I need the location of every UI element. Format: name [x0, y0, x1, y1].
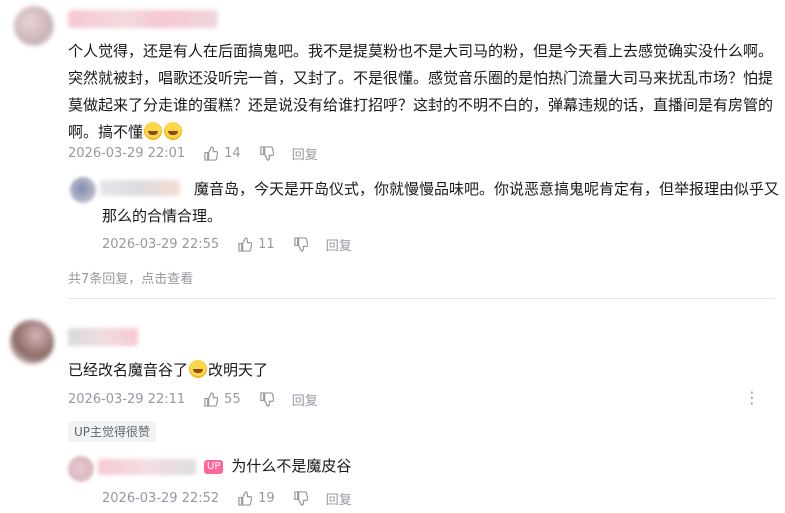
thumbs-up-icon: [204, 145, 219, 161]
thumbs-up-icon: [238, 236, 253, 252]
like-count: 14: [224, 145, 241, 161]
up-liked-badge: UP主觉得很赞: [68, 421, 157, 442]
dislike-button[interactable]: [293, 236, 308, 252]
avatar[interactable]: [14, 6, 54, 46]
username[interactable]: [68, 328, 138, 346]
reply-button[interactable]: 回复: [292, 144, 318, 163]
dislike-button[interactable]: [259, 145, 274, 161]
avatar[interactable]: [10, 320, 54, 364]
comment-meta: 2026-03-29 22:11 55 回复: [68, 389, 318, 409]
thumbs-down-icon: [259, 145, 274, 161]
timestamp: 2026-03-29 22:11: [68, 391, 186, 407]
dislike-button[interactable]: [293, 490, 308, 506]
view-more-replies-link[interactable]: 共7条回复，点击查看: [68, 268, 193, 287]
reply-button[interactable]: 回复: [326, 489, 352, 508]
reply-avatar[interactable]: [68, 456, 94, 482]
like-count: 55: [224, 391, 241, 407]
like-button[interactable]: 14: [203, 146, 241, 161]
comment-meta: 2026-03-29 22:01 14 回复: [68, 143, 318, 163]
timestamp: 2026-03-29 22:55: [102, 236, 220, 252]
like-button[interactable]: 19: [237, 491, 275, 506]
thumbs-down-icon: [293, 236, 308, 252]
laughing-face-emoji-icon: [144, 122, 163, 140]
laughing-face-emoji-icon: [164, 122, 183, 140]
thumbs-up-icon: [204, 391, 219, 407]
reply-text: UP 为什么不是魔皮谷: [204, 453, 351, 480]
thumbs-up-icon: [238, 490, 253, 506]
reply-mention: 魔音岛: [194, 180, 240, 198]
reply-username[interactable]: [98, 459, 196, 475]
thumbs-down-icon: [293, 490, 308, 506]
reply-username[interactable]: [100, 180, 180, 196]
username[interactable]: [68, 10, 218, 28]
up-tag: UP: [204, 460, 224, 474]
reply-text: 魔音岛，今天是开岛仪式，你就慢慢品味吧。你说恶意搞鬼呢肯定有，但举报理由似乎又: [194, 180, 780, 198]
timestamp: 2026-03-29 22:01: [68, 145, 186, 161]
reply-avatar[interactable]: [70, 177, 96, 203]
like-button[interactable]: 11: [237, 237, 275, 252]
like-button[interactable]: 55: [203, 392, 241, 407]
like-count: 19: [258, 490, 275, 506]
reply-button[interactable]: 回复: [326, 235, 352, 254]
reply-text-line2: 那么的合情合理。: [102, 207, 223, 225]
reply-meta: 2026-03-29 22:55 11 回复: [102, 234, 352, 254]
comment-text: 已经改名魔音谷了 改明天了: [68, 360, 269, 379]
timestamp: 2026-03-29 22:52: [102, 490, 220, 506]
divider: [68, 298, 775, 299]
like-count: 11: [258, 236, 275, 252]
more-vertical-icon[interactable]: ⋮: [744, 388, 760, 407]
thumbs-down-icon: [259, 391, 274, 407]
reply-meta: 2026-03-29 22:52 19 回复: [102, 488, 352, 508]
comment-text: 个人觉得，还是有人在后面搞鬼吧。我不是提莫粉也不是大司马的粉，但是今天看上去感觉…: [68, 42, 774, 141]
reply-button[interactable]: 回复: [292, 390, 318, 409]
laughing-face-emoji-icon: [189, 360, 208, 378]
dislike-button[interactable]: [259, 391, 274, 407]
